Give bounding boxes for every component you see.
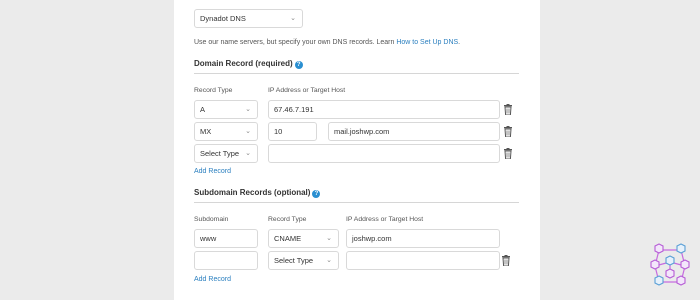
- subdomain-records-heading: Subdomain Records (optional)?: [194, 188, 321, 198]
- chevron-down-icon: ⌄: [245, 128, 251, 135]
- chevron-down-icon: ⌄: [290, 15, 296, 22]
- subdomain-col-target: IP Address or Target Host: [346, 216, 424, 223]
- intro-text-body: Use our name servers, but specify your o…: [194, 39, 397, 46]
- target-host-value: 67.46.7.191: [274, 105, 314, 114]
- dns-provider-value: Dynadot DNS: [200, 14, 246, 23]
- record-type-value: Select Type: [274, 256, 314, 265]
- record-type-select[interactable]: MX ⌄: [194, 122, 258, 141]
- trash-icon[interactable]: [503, 104, 513, 115]
- dns-provider-select[interactable]: Dynadot DNS ⌄: [194, 9, 303, 28]
- subdomain-records-title: Subdomain Records (optional): [194, 188, 311, 197]
- target-host-value: joshwp.com: [352, 234, 392, 243]
- mx-priority-input[interactable]: 10: [268, 122, 317, 141]
- subdomain-record-type-select[interactable]: Select Type ⌄: [268, 251, 339, 270]
- subdomain-col-record-type: Record Type: [268, 216, 307, 223]
- subdomain-value: www: [200, 234, 217, 243]
- record-type-value: Select Type: [200, 149, 240, 158]
- subdomain-input[interactable]: [194, 251, 258, 270]
- chevron-down-icon: ⌄: [326, 257, 332, 264]
- question-circle-icon[interactable]: ?: [294, 61, 303, 69]
- domain-col-record-type: Record Type: [194, 87, 233, 94]
- target-host-input[interactable]: 67.46.7.191: [268, 100, 500, 119]
- divider: [194, 73, 519, 74]
- target-host-value: mail.joshwp.com: [334, 127, 390, 136]
- target-host-input[interactable]: [268, 144, 500, 163]
- divider: [194, 202, 519, 203]
- subdomain-target-input[interactable]: joshwp.com: [346, 229, 500, 248]
- dns-settings-panel: Dynadot DNS ⌄ Use our name servers, but …: [174, 0, 540, 300]
- target-host-input[interactable]: mail.joshwp.com: [328, 122, 500, 141]
- chevron-down-icon: ⌄: [326, 235, 332, 242]
- trash-icon[interactable]: [501, 255, 511, 266]
- domain-record-heading: Domain Record (required)?: [194, 59, 303, 69]
- domain-record-title: Domain Record (required): [194, 59, 293, 68]
- subdomain-input[interactable]: www: [194, 229, 258, 248]
- trash-icon[interactable]: [503, 126, 513, 137]
- chevron-down-icon: ⌄: [245, 106, 251, 113]
- subdomain-target-input[interactable]: [346, 251, 500, 270]
- domain-col-target: IP Address or Target Host: [268, 87, 346, 94]
- add-subdomain-record-link[interactable]: Add Record: [194, 276, 231, 283]
- setup-dns-link[interactable]: How to Set Up DNS: [396, 39, 458, 46]
- intro-text-suffix: .: [458, 39, 461, 46]
- record-type-value: A: [200, 105, 206, 114]
- chevron-down-icon: ⌄: [245, 150, 251, 157]
- subdomain-col-subdomain: Subdomain: [194, 216, 229, 223]
- record-type-select[interactable]: Select Type ⌄: [194, 144, 258, 163]
- record-type-value: MX: [200, 127, 212, 136]
- record-type-select[interactable]: A ⌄: [194, 100, 258, 119]
- question-circle-icon[interactable]: ?: [312, 190, 321, 198]
- intro-text: Use our name servers, but specify your o…: [194, 39, 460, 46]
- trash-icon[interactable]: [503, 148, 513, 159]
- record-type-value: CNAME: [274, 234, 302, 243]
- subdomain-record-type-select[interactable]: CNAME ⌄: [268, 229, 339, 248]
- cubes-network-logo: [650, 243, 690, 286]
- mx-priority-value: 10: [274, 127, 283, 136]
- add-domain-record-link[interactable]: Add Record: [194, 168, 231, 175]
